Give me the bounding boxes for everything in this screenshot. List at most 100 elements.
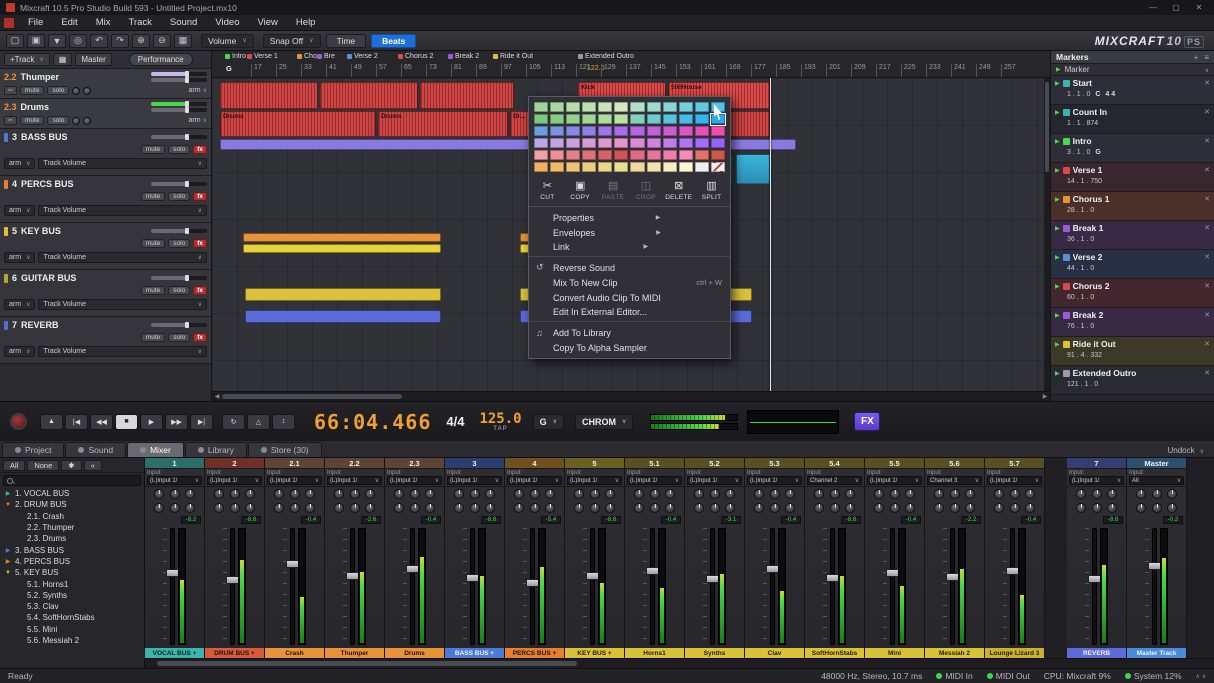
color-swatch[interactable] [534, 162, 548, 172]
eq-high-knob[interactable] [905, 503, 915, 513]
section-marker[interactable]: Verse 1 [247, 53, 278, 60]
input-select[interactable]: (L)Input 1/ [687, 476, 742, 485]
bus-track-row[interactable]: 4 PERCS BUS mute solo fx arm Track Volum… [0, 176, 211, 223]
audio-clip[interactable] [320, 82, 418, 109]
paste-button[interactable]: ▤ PASTE [597, 180, 630, 201]
master-track-button[interactable]: Master [75, 53, 111, 66]
automation-select[interactable]: Track Volume [38, 252, 207, 263]
audio-track-row[interactable]: 2.3 Drums ✂ mute solo arm [0, 99, 211, 129]
zoom-in-icon[interactable]: ⊕ [132, 34, 150, 48]
marker-delete-icon[interactable] [1204, 340, 1210, 348]
tree-settings-icon[interactable]: ✱ [61, 460, 81, 471]
solo-button[interactable]: solo [168, 286, 190, 295]
gain-knob[interactable] [394, 489, 404, 499]
menu-item[interactable]: Edit [52, 15, 86, 30]
tree-item[interactable]: 5.3. Clav [0, 601, 144, 612]
channel-name[interactable]: Mini [865, 648, 924, 658]
eq-low-knob[interactable] [934, 503, 944, 513]
context-menu-item[interactable]: Envelopes ▶ [529, 225, 730, 240]
gain-knob[interactable] [754, 489, 764, 499]
menu-item[interactable]: Mix [87, 15, 120, 30]
eq-mid-knob[interactable] [770, 503, 780, 513]
beats-mode-button[interactable]: Beats [371, 34, 416, 48]
context-menu-item[interactable]: ♫ Add To Library [529, 325, 730, 340]
fx-button[interactable]: fx [193, 286, 207, 295]
undo-icon[interactable]: ↶ [90, 34, 108, 48]
color-swatch[interactable] [695, 126, 709, 136]
channel-number[interactable]: 2.1 [265, 458, 324, 469]
color-swatch[interactable] [566, 138, 580, 148]
arm-select[interactable]: arm [4, 158, 35, 169]
undock-button[interactable]: Undock [1167, 446, 1212, 457]
delete-button[interactable]: ⊠ DELETE [662, 180, 695, 201]
audio-settings-status[interactable]: 48000 Hz, Stereo, 10.7 ms [821, 671, 922, 681]
section-marker[interactable]: Break 2 [448, 53, 479, 60]
tree-item[interactable]: 5.1. Horns1 [0, 578, 144, 589]
send-knob[interactable] [185, 489, 195, 499]
marker-locate-icon[interactable] [1055, 80, 1060, 87]
status-scroll-icons[interactable]: ∧ ∨ [1196, 673, 1206, 680]
input-select[interactable]: (L)Input 1/ [747, 476, 802, 485]
channel-number[interactable]: 2.3 [385, 458, 444, 469]
color-swatch[interactable] [695, 150, 709, 160]
solo-button[interactable]: solo [168, 333, 190, 342]
color-swatch[interactable] [550, 126, 564, 136]
color-swatch[interactable] [647, 138, 661, 148]
marker-row[interactable]: Start 1 . 1 . 0 C 4 4 [1051, 76, 1214, 105]
eq-low-knob[interactable] [334, 503, 344, 513]
color-swatch[interactable] [663, 126, 677, 136]
section-marker[interactable]: Verse 2 [347, 53, 378, 60]
marker-locate-icon[interactable] [1055, 167, 1060, 174]
channel-number[interactable]: 5.5 [865, 458, 924, 469]
marker-name[interactable]: Verse 2 [1073, 252, 1202, 262]
color-swatch[interactable] [630, 150, 644, 160]
eq-mid-knob[interactable] [230, 503, 240, 513]
marker-row[interactable]: Break 2 76 . 1 . 0 [1051, 308, 1214, 337]
snap-select[interactable]: Snap Off [263, 34, 321, 48]
tree-item[interactable]: 2.3. Drums [0, 533, 144, 544]
select-all-button[interactable]: All [3, 460, 25, 471]
gain-knob[interactable] [214, 489, 224, 499]
gain-knob[interactable] [1136, 489, 1146, 499]
color-swatch[interactable] [534, 150, 548, 160]
eq-high-knob[interactable] [365, 503, 375, 513]
eq-low-knob[interactable] [154, 503, 164, 513]
tree-item[interactable]: ▼ 5. KEY BUS [0, 567, 144, 578]
channel-number[interactable]: 2.2 [325, 458, 384, 469]
audio-track-row[interactable]: 2.2 Thumper ✂ mute solo arm [0, 69, 211, 99]
audio-clip[interactable] [245, 310, 441, 323]
color-swatch[interactable] [630, 114, 644, 124]
channel-name[interactable]: SoftHornStabs [805, 648, 864, 658]
eq-mid-knob[interactable] [1092, 503, 1102, 513]
eq-high-knob[interactable] [1107, 503, 1117, 513]
mute-button[interactable]: mute [141, 239, 165, 248]
track-freeze-icon[interactable]: ✂ [4, 116, 17, 125]
redo-icon[interactable]: ↷ [111, 34, 129, 48]
menu-item[interactable]: View [249, 15, 287, 30]
fader-track[interactable] [1152, 528, 1157, 645]
eq-high-knob[interactable] [665, 503, 675, 513]
eq-high-knob[interactable] [1167, 503, 1177, 513]
color-swatch[interactable] [679, 114, 693, 124]
color-swatch[interactable] [582, 150, 596, 160]
track-name[interactable]: Drums [21, 102, 50, 112]
color-swatch[interactable] [663, 138, 677, 148]
send-knob[interactable] [305, 489, 315, 499]
tree-item[interactable]: 5.5. Mini [0, 624, 144, 635]
midi-in-status[interactable]: MIDI In [936, 671, 972, 681]
crop-button[interactable]: ◫ CROP [629, 180, 662, 201]
grid-view-icon[interactable]: ▦ [53, 53, 73, 66]
fader-track[interactable] [890, 528, 895, 645]
marker-locate-icon[interactable] [1055, 109, 1060, 116]
gain-knob[interactable] [1076, 489, 1086, 499]
eq-mid-knob[interactable] [290, 503, 300, 513]
eq-high-knob[interactable] [785, 503, 795, 513]
channel-name[interactable]: REVERB [1067, 648, 1126, 658]
tree-expand-icon[interactable]: ▼ [4, 570, 12, 576]
send-knob[interactable] [905, 489, 915, 499]
color-swatch[interactable] [534, 138, 548, 148]
key-select[interactable]: G [533, 414, 564, 430]
mixer-hscrollbar[interactable] [145, 658, 1214, 668]
scroll-right-icon[interactable] [1040, 393, 1050, 400]
maximize-button[interactable] [1167, 3, 1185, 12]
